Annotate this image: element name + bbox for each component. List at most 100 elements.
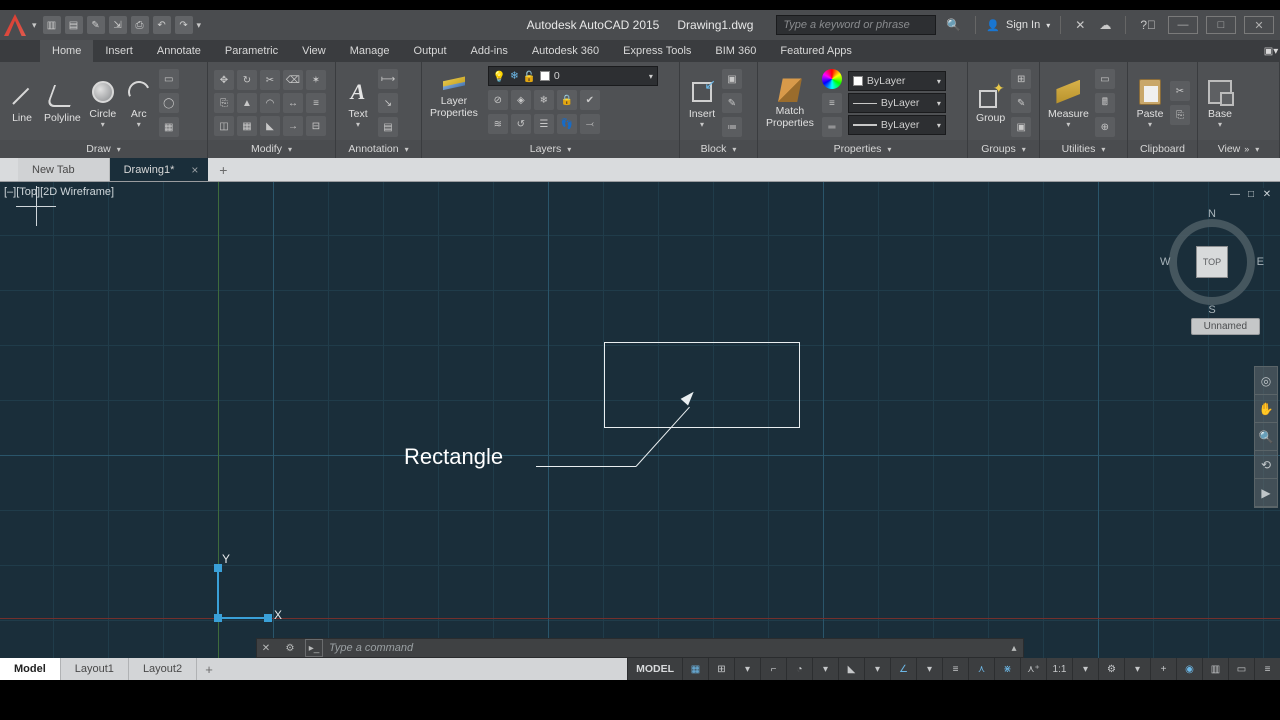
file-tab-new-button[interactable]: + — [208, 158, 238, 181]
sign-in-button[interactable]: 👤 Sign In ▾ — [986, 19, 1050, 32]
viewcube-west[interactable]: W — [1160, 256, 1170, 268]
status-scale-button[interactable]: 1:1 — [1046, 658, 1072, 680]
move-button[interactable]: ✥ — [214, 70, 234, 90]
copy-button[interactable]: ⎘ — [214, 93, 234, 113]
viewport-minimize-button[interactable]: — — [1228, 188, 1242, 200]
qat-saveas-icon[interactable]: ⇲ — [109, 16, 127, 34]
status-ortho-button[interactable]: ⌐ — [760, 658, 786, 680]
status-lwt-button[interactable]: ≡ — [942, 658, 968, 680]
panel-block-title[interactable]: Block — [680, 140, 757, 158]
base-view-button[interactable]: Base ▾ — [1204, 78, 1236, 129]
qat-redo-icon[interactable]: ↷ — [175, 16, 193, 34]
tab-featuredapps[interactable]: Featured Apps — [768, 40, 864, 62]
panel-annotation-title[interactable]: Annotation — [336, 140, 421, 158]
tab-output[interactable]: Output — [402, 40, 459, 62]
layer-previous-button[interactable]: ↺ — [511, 114, 531, 134]
panel-utilities-title[interactable]: Utilities — [1040, 140, 1127, 158]
copy-clip-button[interactable]: ⎘ — [1170, 105, 1190, 125]
layer-merge-button[interactable]: ⤙ — [580, 114, 600, 134]
offset-button[interactable]: ≡ — [306, 93, 326, 113]
layer-selector[interactable]: 💡 ❄ 🔓 0 ▾ — [488, 66, 658, 86]
viewcube[interactable]: N S E W TOP — [1162, 212, 1262, 312]
rotate-button[interactable]: ↻ — [237, 70, 257, 90]
panel-modify-title[interactable]: Modify — [208, 140, 335, 158]
text-button[interactable]: A Text ▾ — [342, 78, 374, 129]
command-history-button[interactable]: ▴ — [1005, 639, 1023, 657]
rectangle-button[interactable]: ▭ — [159, 69, 179, 89]
status-snap-menu[interactable]: ▾ — [734, 658, 760, 680]
linetype-button[interactable]: ≡ — [822, 93, 842, 113]
chamfer-button[interactable]: ◣ — [260, 116, 280, 136]
select-all-button[interactable]: ▭ — [1095, 69, 1115, 89]
tab-annotate[interactable]: Annotate — [145, 40, 213, 62]
nav-wheel-button[interactable]: ◎ — [1255, 367, 1277, 395]
scale-button[interactable]: ◫ — [214, 116, 234, 136]
status-clean-button[interactable]: ▭ — [1228, 658, 1254, 680]
table-button[interactable]: ▤ — [378, 117, 398, 137]
status-monitor-button[interactable]: + — [1150, 658, 1176, 680]
command-close-button[interactable]: ✕ — [257, 639, 275, 657]
status-osnap-menu[interactable]: ▾ — [916, 658, 942, 680]
status-annoscale-button[interactable]: ⋏ — [968, 658, 994, 680]
file-tab-drawing1[interactable]: Drawing1* — [110, 158, 209, 181]
command-line[interactable]: ✕ ⚙ ▸_ Type a command ▴ — [256, 638, 1024, 658]
command-customize-button[interactable]: ⚙ — [281, 639, 299, 657]
viewport-maximize-button[interactable]: □ — [1244, 188, 1258, 200]
panel-clipboard-title[interactable]: Clipboard — [1128, 140, 1197, 158]
insert-block-button[interactable]: Insert ▾ — [686, 78, 718, 129]
panel-draw-title[interactable]: Draw — [0, 140, 207, 158]
stretch-button[interactable]: ↔ — [283, 93, 303, 113]
polyline-button[interactable]: Polyline — [42, 82, 83, 124]
status-customize-button[interactable]: ≡ — [1254, 658, 1280, 680]
nav-pan-button[interactable]: ✋ — [1255, 395, 1277, 423]
lineweight-selector[interactable]: ByLayer ▾ — [848, 115, 946, 135]
linetype-selector[interactable]: ByLayer ▾ — [848, 93, 946, 113]
erase-button[interactable]: ⌫ — [283, 70, 303, 90]
status-osnap-button[interactable]: ∠ — [890, 658, 916, 680]
panel-layers-title[interactable]: Layers — [422, 140, 679, 158]
edit-block-button[interactable]: ✎ — [722, 93, 742, 113]
trim-button[interactable]: ✂ — [260, 70, 280, 90]
window-minimize-button[interactable]: — — [1168, 16, 1198, 34]
group-edit-button[interactable]: ✎ — [1011, 93, 1031, 113]
viewport-controls[interactable]: [–][Top][2D Wireframe] — [4, 186, 114, 198]
status-grid-button[interactable]: ▦ — [682, 658, 708, 680]
infocenter-search[interactable]: Type a keyword or phrase — [776, 15, 936, 35]
panel-view-title[interactable]: View » — [1198, 140, 1279, 158]
match-properties-button[interactable]: Match Properties — [764, 76, 816, 129]
qat-open-icon[interactable]: ▤ — [65, 16, 83, 34]
app-menu-caret-icon[interactable]: ▾ — [32, 20, 37, 31]
tab-parametric[interactable]: Parametric — [213, 40, 290, 62]
status-isolate-button[interactable]: ▥ — [1202, 658, 1228, 680]
tab-autodesk360[interactable]: Autodesk 360 — [520, 40, 611, 62]
layer-state-button[interactable]: ☰ — [534, 114, 554, 134]
paste-button[interactable]: Paste ▾ — [1134, 78, 1166, 129]
block-attr-button[interactable]: ≔ — [722, 117, 742, 137]
viewcube-ucs-label[interactable]: Unnamed — [1191, 318, 1260, 335]
fillet-button[interactable]: ◠ — [260, 93, 280, 113]
command-input[interactable]: Type a command — [329, 642, 999, 654]
nav-orbit-button[interactable]: ⟲ — [1255, 451, 1277, 479]
align-button[interactable]: ⊟ — [306, 116, 326, 136]
explode-button[interactable]: ✶ — [306, 70, 326, 90]
color-selector[interactable]: ByLayer ▾ — [848, 71, 946, 91]
qat-new-icon[interactable]: ▥ — [43, 16, 61, 34]
viewcube-south[interactable]: S — [1208, 304, 1215, 316]
tab-bim360[interactable]: BIM 360 — [703, 40, 768, 62]
layer-properties-button[interactable]: Layer Properties — [428, 66, 480, 119]
status-hardware-button[interactable]: ◉ — [1176, 658, 1202, 680]
line-button[interactable]: Line — [6, 82, 38, 124]
circle-button[interactable]: Circle ▾ — [87, 78, 119, 129]
create-block-button[interactable]: ▣ — [722, 69, 742, 89]
status-model-button[interactable]: MODEL — [627, 658, 682, 680]
status-polar-button[interactable]: ◔ — [786, 658, 812, 680]
status-ws-button[interactable]: ⚙ — [1098, 658, 1124, 680]
cut-button[interactable]: ✂ — [1170, 81, 1190, 101]
leader-button[interactable]: ↘ — [378, 93, 398, 113]
layer-freeze-button[interactable]: ❄ — [534, 90, 554, 110]
status-ws-menu[interactable]: ▾ — [1124, 658, 1150, 680]
drawing-area[interactable]: [–][Top][2D Wireframe] X Y Rectangle — □… — [0, 182, 1280, 690]
group-button[interactable]: Group — [974, 82, 1007, 124]
extend-button[interactable]: → — [283, 116, 303, 136]
status-annovisible-button[interactable]: ⋇ — [994, 658, 1020, 680]
